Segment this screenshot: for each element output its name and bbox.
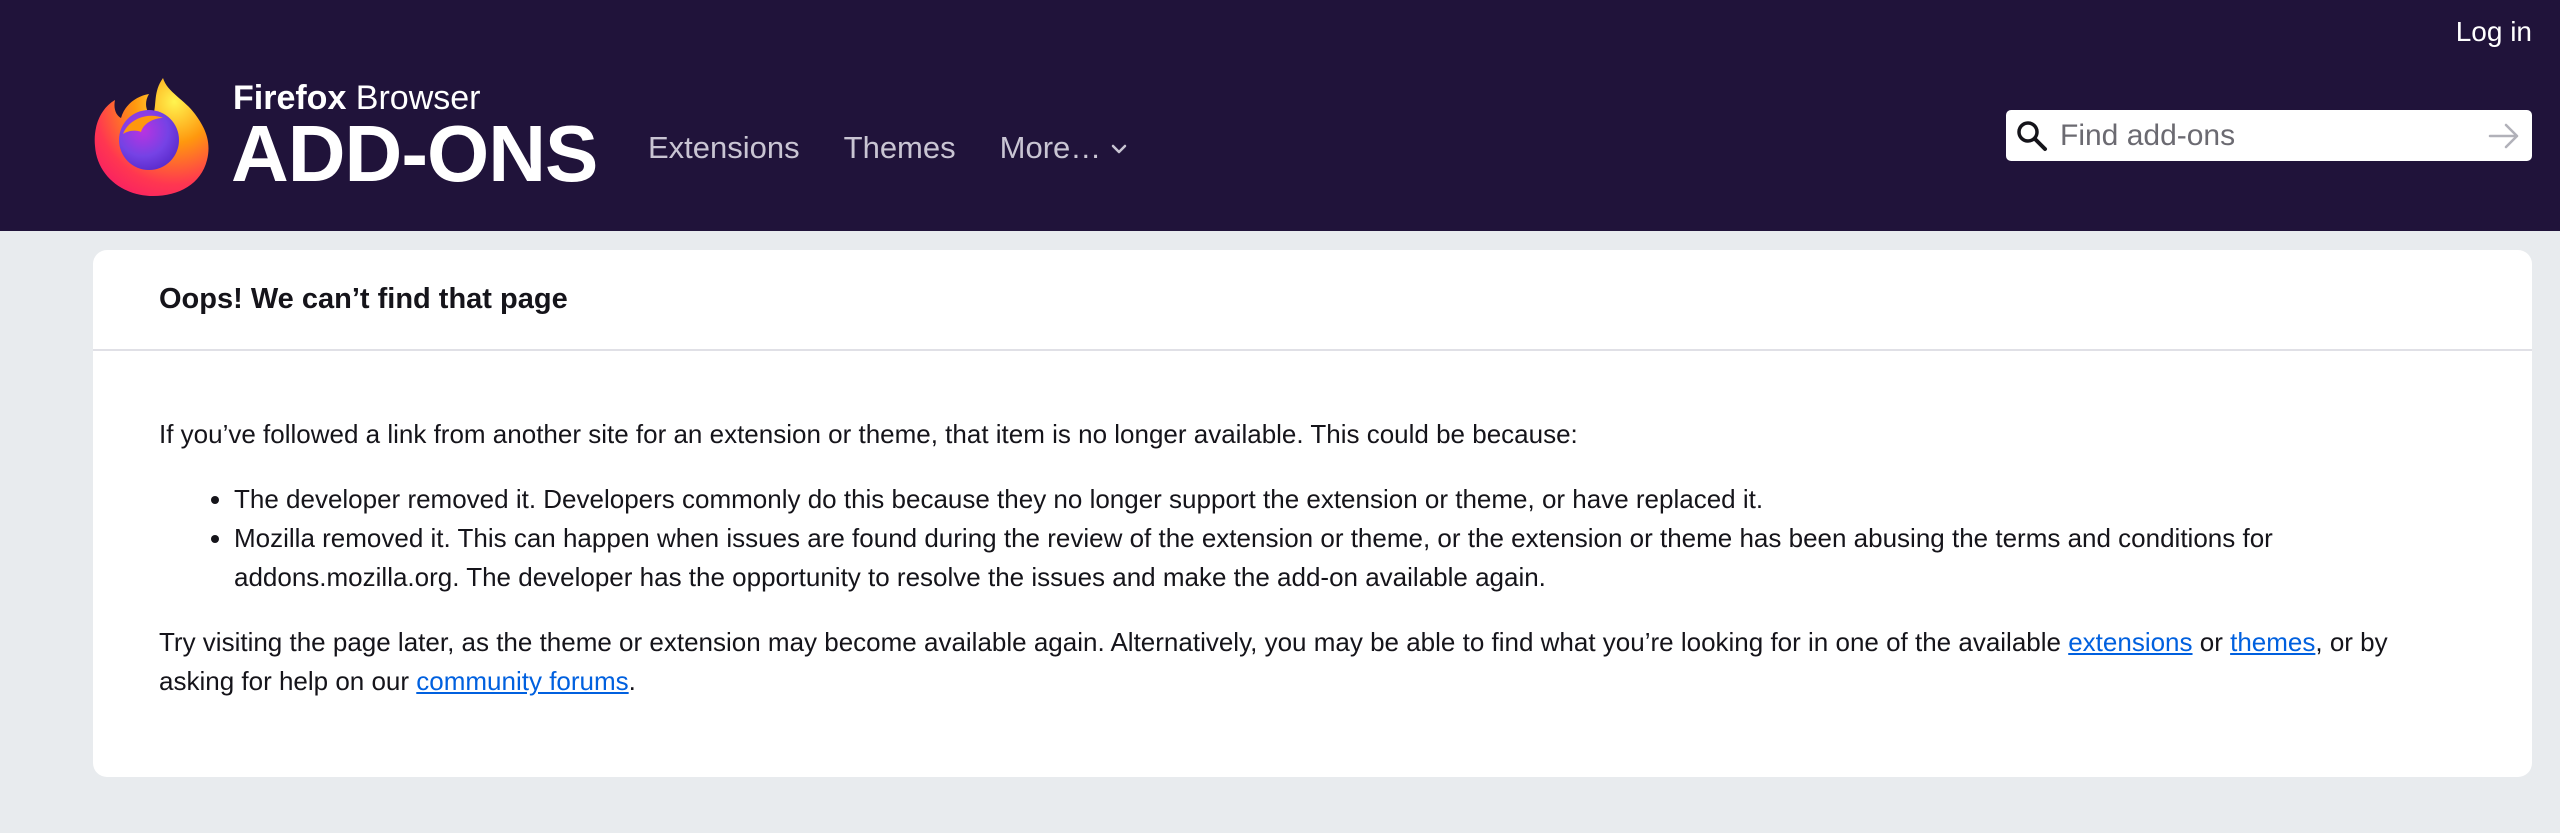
error-suggestion: Try visiting the page later, as the them… [159, 627, 2388, 696]
nav-more-label: More… [999, 130, 1102, 165]
login-link[interactable]: Log in [2456, 16, 2532, 48]
search-input[interactable] [2058, 114, 2458, 157]
error-reason-item: Mozilla removed it. This can happen when… [234, 519, 2466, 597]
search-icon [2017, 121, 2047, 151]
error-card-header: Oops! We can’t find that page [93, 250, 2532, 351]
error-reason-item: The developer removed it. Developers com… [234, 480, 2466, 519]
nav-themes-link[interactable]: Themes [844, 130, 956, 166]
firefox-logo-icon [94, 78, 209, 196]
error-intro: If you’ve followed a link from another s… [159, 419, 1578, 449]
main-nav: Extensions Themes More… [648, 130, 1171, 166]
site-header: Log in Firefox Browser ADD-ONS Extension… [0, 0, 2560, 231]
error-card: Oops! We can’t find that page If you’ve … [93, 250, 2532, 777]
nav-extensions-link[interactable]: Extensions [648, 130, 800, 166]
error-reasons-list: The developer removed it. Developers com… [159, 480, 2466, 597]
error-title: Oops! We can’t find that page [159, 283, 568, 315]
themes-link[interactable]: themes [2230, 627, 2315, 657]
community-forums-link[interactable]: community forums [416, 666, 628, 696]
site-logo[interactable]: Firefox Browser ADD-ONS [93, 74, 603, 196]
logo-title: ADD-ONS [231, 109, 598, 198]
arrow-right-icon[interactable] [2488, 121, 2520, 151]
chevron-down-icon [1112, 144, 1127, 154]
extensions-link[interactable]: extensions [2068, 627, 2192, 657]
search-form [2006, 110, 2532, 161]
nav-more-dropdown[interactable]: More… [1000, 130, 1128, 166]
error-card-body: If you’ve followed a link from another s… [93, 351, 2532, 701]
